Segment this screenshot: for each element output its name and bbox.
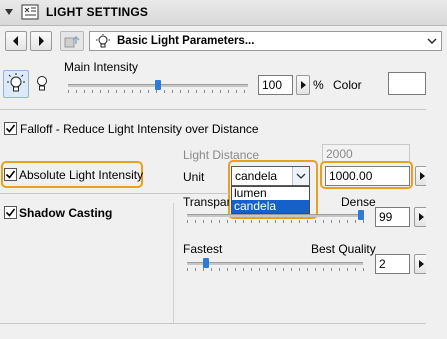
intensity-value-field[interactable]: 100	[258, 75, 293, 95]
quality-value-field[interactable]: 2	[375, 254, 410, 274]
page-select-label: Basic Light Parameters...	[117, 35, 255, 47]
vertical-separator	[173, 203, 174, 323]
absolute-intensity-checkbox[interactable]	[4, 168, 17, 181]
unit-select[interactable]: candela	[231, 166, 310, 186]
color-swatch[interactable]	[388, 72, 426, 95]
previous-page-button[interactable]	[5, 31, 27, 51]
favorites-icon	[64, 36, 80, 48]
checkmark-icon	[5, 124, 16, 133]
arrow-right-icon	[39, 36, 44, 46]
separator	[0, 193, 229, 194]
dense-label: Dense	[341, 195, 376, 209]
intensity-stepper[interactable]	[296, 75, 310, 95]
shadow-casting-checkbox[interactable]	[4, 206, 17, 219]
scrollbar[interactable]	[426, 60, 447, 339]
light-settings-icon	[21, 4, 39, 20]
slider-thumb[interactable]	[358, 210, 365, 220]
quality-slider[interactable]	[183, 258, 367, 272]
intensity-unit: %	[313, 78, 324, 92]
triangle-down-icon[interactable]	[4, 7, 14, 17]
light-bulb-on-icon	[7, 73, 25, 92]
unit-label: Unit	[183, 170, 205, 184]
slider-thumb[interactable]	[203, 258, 210, 268]
checkmark-icon	[5, 208, 16, 217]
color-label: Color	[333, 78, 362, 92]
transparency-value-field[interactable]: 99	[375, 207, 410, 227]
falloff-checkbox[interactable]	[4, 122, 17, 135]
arrow-right-icon	[301, 81, 306, 89]
slider-thumb[interactable]	[155, 80, 161, 90]
checkmark-icon	[5, 170, 16, 179]
absolute-intensity-label: Absolute Light Intensity	[19, 168, 144, 182]
panel-title: LIGHT SETTINGS	[46, 5, 149, 19]
light-bulb-off-icon[interactable]	[34, 74, 50, 94]
separator	[0, 109, 426, 110]
falloff-label: Falloff - Reduce Light Intensity over Di…	[20, 122, 259, 136]
favorites-button[interactable]	[60, 31, 84, 51]
best-quality-label: Best Quality	[311, 242, 376, 256]
shadow-casting-label: Shadow Casting	[19, 206, 113, 220]
chevron-down-icon	[296, 173, 306, 179]
page-select-dropdown[interactable]: Basic Light Parameters...	[89, 31, 442, 51]
fastest-label: Fastest	[183, 242, 223, 256]
chevron-down-icon	[427, 38, 437, 44]
unit-select-value: candela	[235, 169, 278, 183]
next-page-button[interactable]	[30, 31, 52, 51]
transparency-label: Transparency	[183, 195, 229, 209]
unit-select-arrow[interactable]	[292, 167, 309, 185]
absolute-value-field[interactable]: 1000.00	[325, 166, 410, 186]
light-bulb-icon	[96, 34, 110, 48]
arrow-left-icon	[13, 36, 18, 46]
separator	[0, 323, 426, 324]
panel-header[interactable]: LIGHT SETTINGS	[0, 0, 447, 26]
main-intensity-label: Main Intensity	[64, 60, 139, 74]
main-intensity-slider[interactable]	[64, 80, 252, 94]
light-on-toggle[interactable]	[3, 70, 29, 98]
transparency-slider[interactable]	[183, 210, 367, 224]
